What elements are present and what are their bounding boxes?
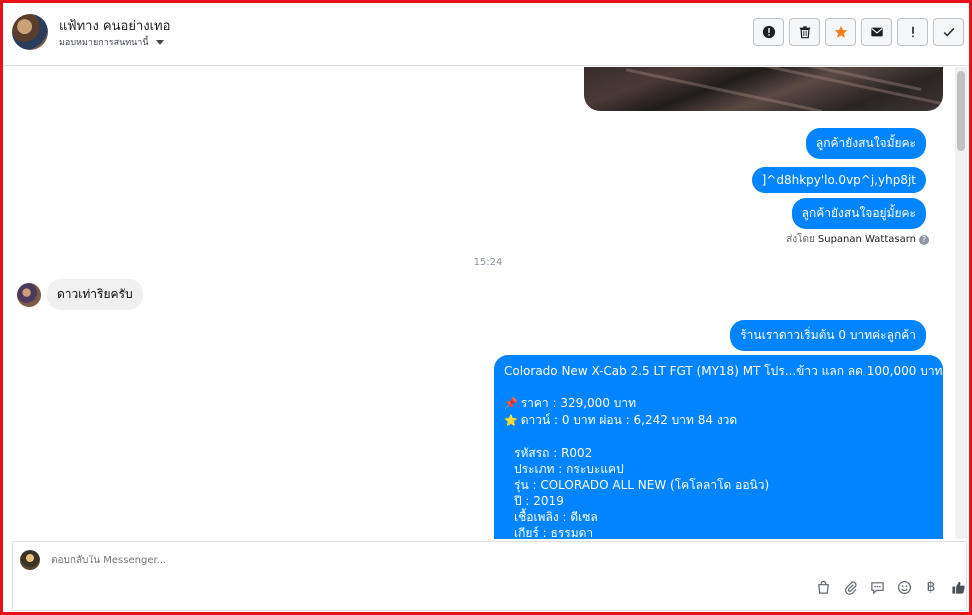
shared-photo[interactable]	[584, 67, 943, 111]
outgoing-message[interactable]: ลูกค้ายังสนใจมั้ยคะ	[805, 128, 926, 159]
message-timestamp: 15:24	[473, 257, 503, 268]
chat-bubble-icon	[870, 581, 884, 595]
envelope-icon	[870, 27, 883, 37]
smiley-icon	[897, 580, 911, 594]
shopping-bag-icon	[817, 580, 829, 594]
like-button[interactable]	[950, 579, 966, 595]
outgoing-message[interactable]: ร้านเราดาวเริ่มต้น 0 บาทค่ะลูกค้า	[730, 320, 926, 351]
page-avatar	[20, 550, 40, 570]
listing-type: ประเภท : กระบะแคป	[514, 462, 624, 476]
star-button[interactable]	[825, 18, 856, 46]
star-icon	[834, 25, 847, 38]
mark-spam-button[interactable]	[753, 18, 784, 46]
emoji-button[interactable]	[896, 579, 912, 595]
help-icon[interactable]: ?	[919, 234, 929, 245]
incoming-message[interactable]: ดาวเท่าริยครับ	[47, 279, 143, 310]
listing-down-payment: ดาวน์ : 0 บาท ผ่อน : 6,242 บาท 84 งวด	[520, 413, 738, 427]
listing-code: รหัสรถ : R002	[514, 446, 593, 460]
assign-label: มอบหมายการสนทนานี้	[59, 38, 149, 48]
shop-button[interactable]	[815, 579, 831, 595]
thread-scrollbar[interactable]	[955, 67, 967, 539]
sent-by-label: ส่งโดย Supanan Wattasarn ?	[786, 232, 929, 247]
outgoing-message[interactable]: ]^d8hkpy'lo.0vp^j,yhp8jt	[751, 167, 926, 193]
scrollbar-thumb[interactable]	[957, 71, 965, 151]
sent-by-name[interactable]: Supanan Wattasarn	[818, 234, 916, 245]
listing-year: ปี : 2019	[514, 494, 564, 508]
reply-composer: ฿	[12, 541, 967, 611]
pushpin-icon: 📌	[504, 397, 518, 410]
contact-avatar[interactable]	[12, 14, 48, 50]
listing-price: ราคา : 329,000 บาท	[520, 396, 637, 410]
message-thread[interactable]: ลูกค้ายังสนใจมั้ยคะ ]^d8hkpy'lo.0vp^j,yh…	[3, 67, 953, 539]
exclamation-icon	[911, 26, 914, 38]
listing-gear: เกียร์ : ธรรมดา	[514, 526, 594, 539]
reply-input[interactable]	[51, 555, 651, 566]
mark-done-button[interactable]	[933, 18, 964, 46]
assign-conversation-dropdown[interactable]: มอบหมายการสนทนานี้	[59, 35, 164, 49]
listing-title: Colorado New X-Cab 2.5 LT FGT (MY18) MT …	[504, 364, 943, 378]
conversation-header: แฟ้ทาง คนอย่างเทอ มอบหมายการสนทนานี้	[3, 3, 969, 66]
window-frame: แฟ้ทาง คนอย่างเทอ มอบหมายการสนทนานี้ ลูก…	[0, 0, 972, 615]
listing-fuel: เชื้อเพลิง : ดีเซล	[514, 510, 598, 524]
composer-toolbar: ฿	[815, 579, 966, 595]
sent-by-prefix: ส่งโดย	[786, 234, 815, 245]
contact-avatar-small[interactable]	[17, 283, 41, 307]
caret-down-icon	[155, 39, 164, 45]
saved-replies-button[interactable]	[869, 579, 885, 595]
action-toolbar	[753, 18, 964, 46]
follow-up-button[interactable]	[897, 18, 928, 46]
thumbs-up-icon	[951, 581, 965, 594]
listing-model: รุ่น : COLORADO ALL NEW (โคโลลาโด ออนิว)	[514, 478, 770, 492]
alert-circle-icon	[762, 25, 775, 39]
trash-icon	[799, 26, 810, 39]
star-emoji-icon: ⭐	[504, 414, 518, 427]
mark-unread-button[interactable]	[861, 18, 892, 46]
baht-payment-icon[interactable]: ฿	[923, 579, 939, 595]
check-icon	[943, 28, 954, 37]
delete-button[interactable]	[789, 18, 820, 46]
attach-button[interactable]	[842, 579, 858, 595]
contact-name[interactable]: แฟ้ทาง คนอย่างเทอ	[59, 15, 170, 36]
paperclip-icon	[844, 580, 857, 595]
car-listing-message[interactable]: Colorado New X-Cab 2.5 LT FGT (MY18) MT …	[494, 355, 943, 539]
outgoing-message[interactable]: ลูกค้ายังสนใจอยู่มั้ยคะ	[791, 198, 926, 229]
